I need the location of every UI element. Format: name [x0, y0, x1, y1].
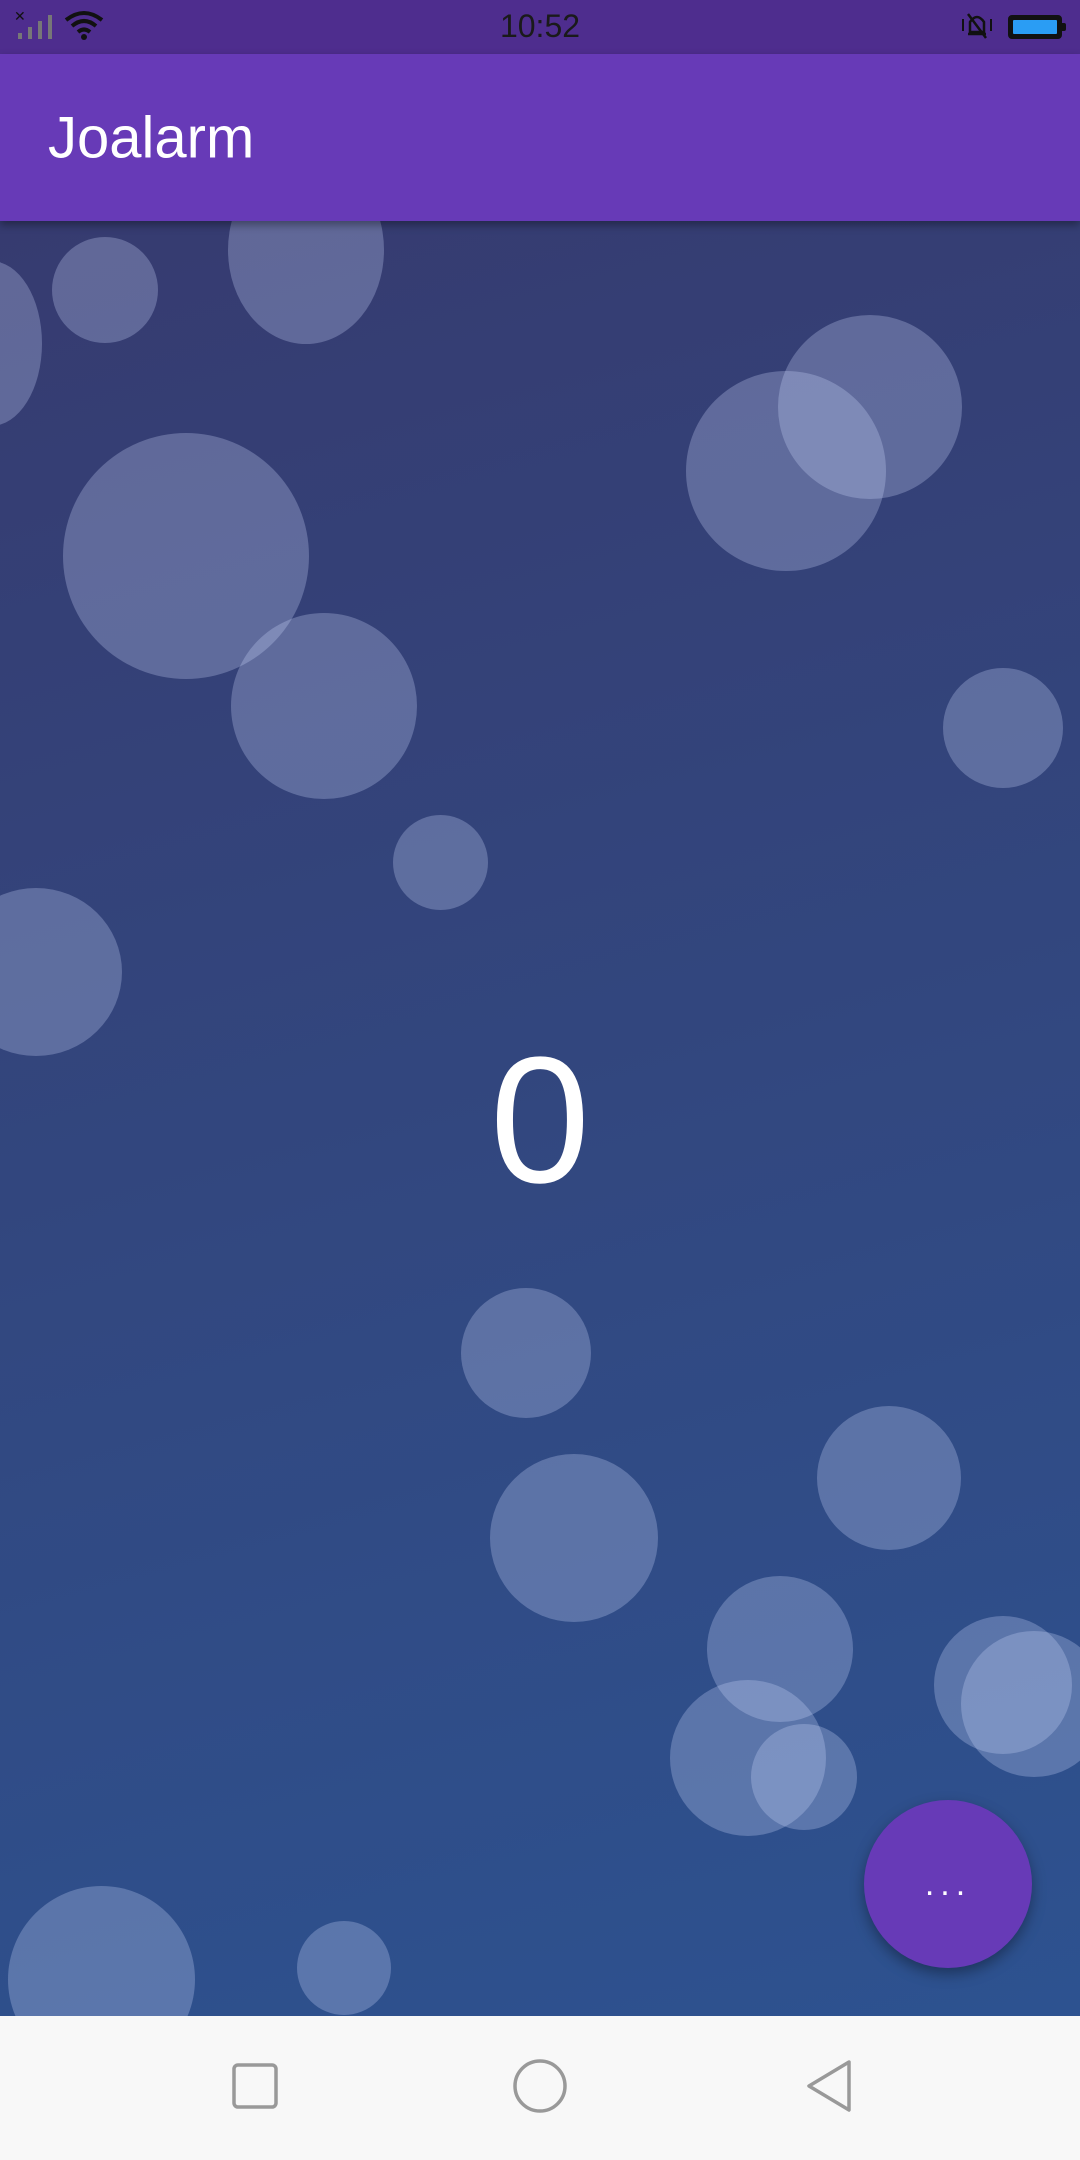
bubble: [8, 1886, 195, 2016]
screen: ✕ 10:52 Joalarm 0 ...: [0, 0, 1080, 2160]
status-time: 10:52: [499, 8, 581, 44]
bubble: [393, 815, 488, 910]
app-title: Joalarm: [48, 105, 255, 170]
recent-apps-icon: [231, 2062, 279, 2115]
navigation-bar: [0, 2016, 1080, 2160]
app-bar: Joalarm: [0, 54, 1080, 221]
more-options-label: ...: [924, 1864, 972, 1903]
status-bar: ✕ 10:52: [0, 0, 1080, 54]
recent-apps-button[interactable]: [219, 2052, 291, 2124]
bubble: [817, 1406, 961, 1550]
back-button[interactable]: [793, 2052, 865, 2124]
bubble: [231, 613, 417, 799]
bubble: [461, 1288, 591, 1418]
battery-icon: [1008, 15, 1066, 39]
main-content: 0: [0, 221, 1080, 2016]
back-icon: [803, 2058, 855, 2119]
vibrate-silent-icon: [960, 10, 994, 45]
more-options-button[interactable]: ...: [864, 1800, 1032, 1968]
bubble: [751, 1724, 857, 1830]
status-right-icons: [960, 10, 1066, 45]
counter-value: 0: [489, 1020, 591, 1221]
bubble: [943, 668, 1063, 788]
bubble: [0, 261, 42, 426]
bubble: [297, 1921, 391, 2015]
bubble: [228, 221, 384, 344]
bubble: [686, 371, 886, 571]
home-icon: [512, 2058, 568, 2119]
bubble: [52, 237, 158, 343]
bubble: [490, 1454, 658, 1622]
home-button[interactable]: [504, 2052, 576, 2124]
